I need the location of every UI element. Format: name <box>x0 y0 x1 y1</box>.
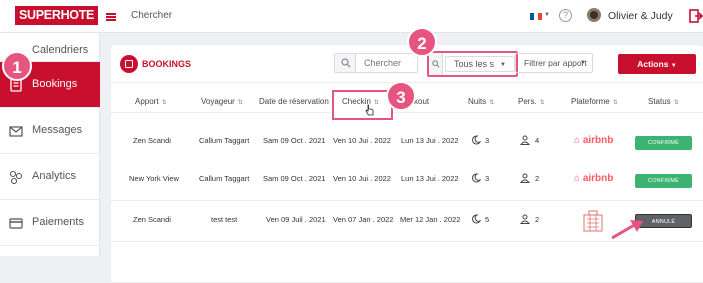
cell-nuits: 3 <box>485 174 490 183</box>
cell-reservation: Ven 09 Juil . 2021 <box>266 215 326 224</box>
person-icon <box>520 135 530 145</box>
global-search[interactable]: Chercher <box>131 10 172 21</box>
mail-icon <box>9 126 23 137</box>
table-row[interactable]: New York View Callum Taggart Sam 09 Oct … <box>111 161 703 201</box>
actions-label: Actions <box>637 59 669 69</box>
sidebar-item-label: Calendriers <box>32 44 89 56</box>
column-header-checkout[interactable]: kout <box>414 97 429 106</box>
page-title: BOOKINGS <box>142 59 192 69</box>
menu-icon[interactable] <box>106 13 116 21</box>
column-header-status[interactable]: Status ⇅ <box>648 97 679 106</box>
chevron-down-icon: ▼ <box>500 62 506 68</box>
sidebar-item-label: Analytics <box>32 170 77 182</box>
cell-checkin: Ven 10 Jui . 2022 <box>333 136 391 145</box>
sort-icon: ⇅ <box>489 100 495 106</box>
sort-icon: ⇅ <box>612 100 618 106</box>
cell-checkin: Ven 10 Jui . 2022 <box>333 174 391 183</box>
cell-checkin: Ven 07 Jan . 2022 <box>333 215 394 224</box>
search-icon <box>432 60 440 68</box>
superhote-logo[interactable]: SUPERHOTE <box>15 6 99 25</box>
booking-search <box>334 53 418 73</box>
user-name[interactable]: Olivier & Judy <box>608 10 673 22</box>
moon-icon <box>472 135 481 145</box>
french-flag-icon[interactable] <box>530 13 542 20</box>
column-header-checkin[interactable]: Checkin ⇅ <box>332 90 393 120</box>
hand-cursor-icon <box>365 104 374 116</box>
column-header-voyageur[interactable]: Voyageur ⇅ <box>201 97 243 106</box>
analytics-icon <box>9 170 23 184</box>
actions-button[interactable]: Actions ▼ <box>618 54 696 74</box>
language-caret-icon[interactable]: ▼ <box>544 12 550 18</box>
column-header-apport[interactable]: Apport ⇅ <box>135 97 167 106</box>
table-row[interactable] <box>111 243 703 283</box>
cell-voyageur: Callum Taggart <box>199 174 250 183</box>
sidebar-item-label: Paiements <box>32 216 84 228</box>
bookings-header-icon <box>120 55 138 73</box>
filter-search-button[interactable] <box>429 53 443 75</box>
cell-pers: 2 <box>535 215 540 224</box>
panel-header: BOOKINGS Tous les s ▼ <box>111 45 703 83</box>
sort-icon: ⇅ <box>373 100 379 106</box>
cell-checkout: Lun 13 Jui . 2022 <box>401 136 459 145</box>
cell-nuits: 3 <box>485 136 490 145</box>
cell-apport: Zen Scandi <box>133 136 171 145</box>
payment-icon <box>9 218 23 229</box>
search-button[interactable] <box>335 54 356 72</box>
column-header-pers[interactable]: Pers. ⇅ <box>518 97 545 106</box>
avatar[interactable] <box>587 8 601 22</box>
sidebar-item-analytics[interactable]: Analytics <box>0 154 100 200</box>
cell-nuits: 5 <box>485 215 490 224</box>
sort-icon: ⇅ <box>673 100 679 106</box>
cell-checkout: Lun 13 Jui . 2022 <box>401 174 459 183</box>
status-select-value: Tous les s <box>454 59 495 69</box>
apport-filter-select[interactable]: Filtrer par apport ▼ <box>515 53 593 73</box>
status-badge: CONFIRMÉ <box>635 174 692 188</box>
chevron-down-icon: ▼ <box>580 60 586 66</box>
sidebar-item-label: Bookings <box>32 78 78 90</box>
moon-icon <box>472 214 481 224</box>
callout-badge-2: 2 <box>407 27 437 57</box>
cell-checkout: Mer 12 Jan . 2022 <box>400 215 461 224</box>
table-row[interactable]: Zen Scandi Callum Taggart Sam 09 Oct . 2… <box>111 123 703 163</box>
chevron-down-icon: ▼ <box>670 63 677 69</box>
airbnb-logo: ⌂ airbnb <box>574 135 614 146</box>
hotel-icon <box>583 210 603 232</box>
cell-voyageur: test test <box>211 215 238 224</box>
arrow-pointer-icon <box>611 220 643 240</box>
airbnb-logo: ⌂ airbnb <box>574 173 614 184</box>
column-header-nuits[interactable]: Nuits ⇅ <box>468 97 494 106</box>
cell-pers: 2 <box>535 174 540 183</box>
search-input[interactable] <box>358 54 417 72</box>
person-icon <box>520 214 530 224</box>
sort-icon: ⇅ <box>237 100 243 106</box>
search-icon <box>341 58 351 68</box>
cell-pers: 4 <box>535 136 540 145</box>
callout-badge-3: 3 <box>386 81 416 111</box>
sidebar-item-messages[interactable]: Messages <box>0 108 100 154</box>
cell-apport: New York View <box>129 174 179 183</box>
sort-icon: ⇅ <box>539 100 545 106</box>
logout-icon[interactable] <box>689 9 703 23</box>
status-badge: CONFIRMÉ <box>635 136 692 150</box>
person-icon <box>520 173 530 183</box>
cell-reservation: Sam 09 Oct . 2021 <box>263 174 326 183</box>
status-select[interactable]: Tous les s ▼ <box>445 56 515 72</box>
cell-voyageur: Callum Taggart <box>199 136 250 145</box>
cell-apport: Zen Scandi <box>133 215 171 224</box>
help-icon[interactable]: ? <box>559 9 572 22</box>
sort-icon: ⇅ <box>161 100 167 106</box>
moon-icon <box>472 173 481 183</box>
top-bar: SUPERHOTE Chercher ▼ ? Olivier & Judy <box>0 0 703 33</box>
callout-badge-1: 1 <box>2 51 32 81</box>
apport-filter-label: Filtrer par apport <box>524 58 587 68</box>
sidebar-item-paiements[interactable]: Paiements <box>0 200 100 246</box>
sidebar-item-label: Messages <box>32 124 83 136</box>
cell-reservation: Sam 09 Oct . 2021 <box>263 136 326 145</box>
column-header-plateforme[interactable]: Plateforme ⇅ <box>571 97 618 106</box>
column-header-date-reservation[interactable]: Date de réservation⇅ <box>259 97 337 106</box>
status-filter: Tous les s ▼ <box>427 51 518 77</box>
